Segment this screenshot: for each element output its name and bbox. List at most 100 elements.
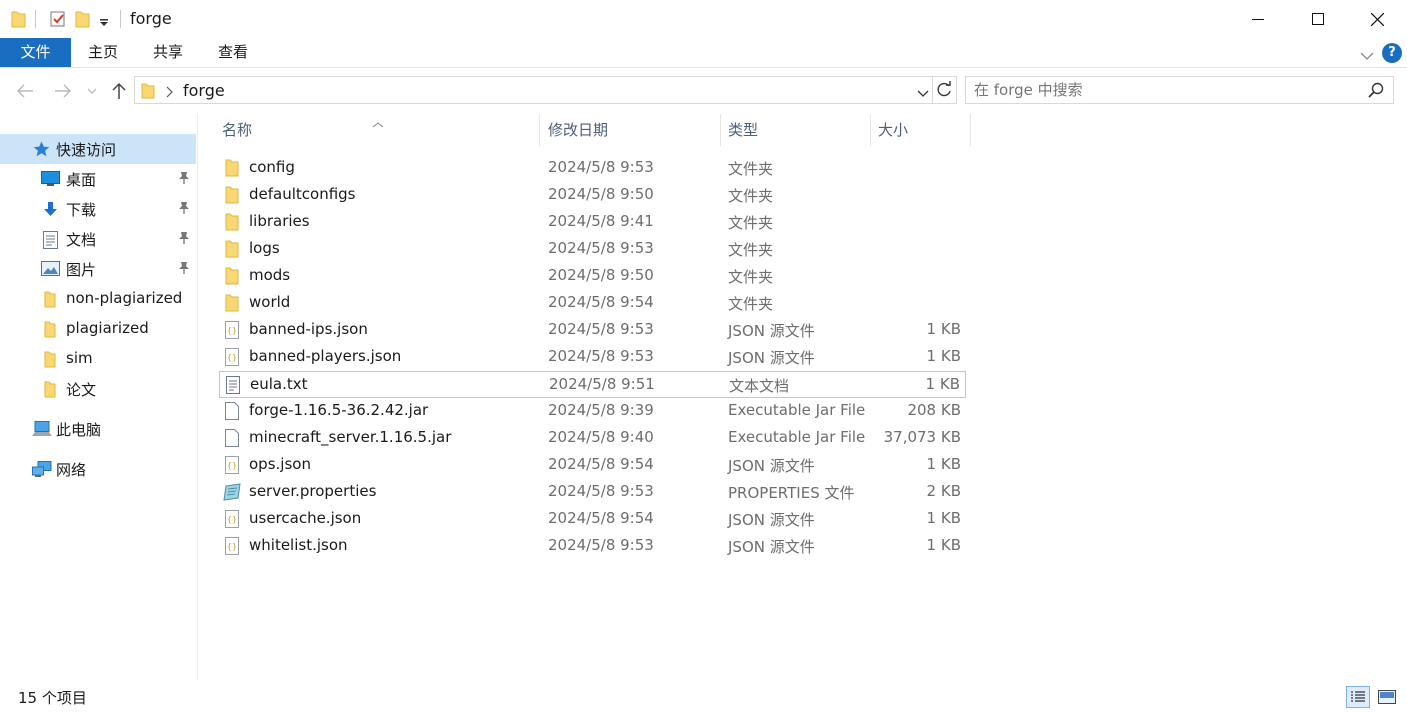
file-type: JSON 源文件 <box>728 511 815 529</box>
sidebar-item-thesis[interactable]: 论文 <box>0 374 196 404</box>
details-view-button[interactable] <box>1346 686 1370 708</box>
folder-icon <box>225 186 239 208</box>
file-date: 2024/5/8 9:53 <box>548 347 654 365</box>
large-icons-view-icon <box>1378 690 1396 704</box>
file-type: 文件夹 <box>728 214 774 232</box>
file-name: config <box>249 158 295 176</box>
svg-text:{}: {} <box>227 542 237 551</box>
back-button[interactable] <box>14 80 36 102</box>
sidebar-item-plagiarized[interactable]: plagiarized <box>0 314 196 344</box>
file-row[interactable]: {} ops.json 2024/5/8 9:54 JSON 源文件 1 KB <box>219 452 966 479</box>
folder-icon <box>44 351 56 372</box>
address-history-chevron-icon[interactable] <box>917 85 929 103</box>
chevron-down-icon <box>87 88 97 94</box>
file-size: 37,073 KB <box>883 428 961 446</box>
folder-icon <box>44 381 56 402</box>
window-title: forge <box>130 9 172 28</box>
sidebar-item-label: 论文 <box>66 381 97 399</box>
file-name: whitelist.json <box>249 536 348 554</box>
recent-locations-button[interactable] <box>84 80 100 102</box>
column-header-type[interactable]: 类型 <box>728 114 758 146</box>
text-file-icon <box>226 376 240 398</box>
file-date: 2024/5/8 9:54 <box>548 509 654 527</box>
properties-checkmark-icon[interactable] <box>49 10 67 32</box>
file-row[interactable]: logs 2024/5/8 9:53 文件夹 <box>219 236 966 263</box>
file-row[interactable]: {} whitelist.json 2024/5/8 9:53 JSON 源文件… <box>219 533 966 560</box>
folder-icon <box>225 267 239 289</box>
customize-toolbar-chevron-icon[interactable] <box>99 14 109 32</box>
up-button[interactable] <box>108 80 130 102</box>
file-row[interactable]: config 2024/5/8 9:53 文件夹 <box>219 155 966 182</box>
file-type: 文件夹 <box>728 295 774 313</box>
column-header-size[interactable]: 大小 <box>878 114 908 146</box>
file-date: 2024/5/8 9:40 <box>548 428 654 446</box>
search-icon[interactable] <box>1368 82 1384 102</box>
file-row[interactable]: eula.txt 2024/5/8 9:51 文本文档 1 KB <box>219 371 966 398</box>
sidebar-item-non-plagiarized[interactable]: non-plagiarized <box>0 284 196 314</box>
sidebar-item-sim[interactable]: sim <box>0 344 196 374</box>
expand-ribbon-chevron-icon[interactable] <box>1360 47 1374 65</box>
sidebar-item-quick-access[interactable]: 快速访问 <box>0 134 196 164</box>
maximize-button[interactable] <box>1288 0 1348 38</box>
search-box <box>965 76 1394 104</box>
column-header-date[interactable]: 修改日期 <box>548 114 608 146</box>
file-row[interactable]: forge-1.16.5-36.2.42.jar 2024/5/8 9:39 E… <box>219 398 966 425</box>
new-folder-icon[interactable] <box>75 10 91 32</box>
file-name: minecraft_server.1.16.5.jar <box>249 428 452 446</box>
svg-text:{}: {} <box>227 353 237 362</box>
sidebar-item-desktop[interactable]: 桌面 <box>0 164 196 194</box>
tab-file[interactable]: 文件 <box>0 38 71 67</box>
file-type: Executable Jar File <box>728 401 866 419</box>
file-name: banned-players.json <box>249 347 402 365</box>
column-header-name[interactable]: 名称 <box>222 114 252 146</box>
pin-icon <box>178 201 190 219</box>
address-bar[interactable]: forge <box>134 76 957 104</box>
file-row[interactable]: world 2024/5/8 9:54 文件夹 <box>219 290 966 317</box>
file-row[interactable]: defaultconfigs 2024/5/8 9:50 文件夹 <box>219 182 966 209</box>
folder-icon <box>225 159 239 181</box>
up-arrow-icon <box>112 82 126 99</box>
json-file-icon: {} <box>225 537 239 559</box>
folder-icon <box>225 294 239 316</box>
tab-share[interactable]: 共享 <box>135 38 201 67</box>
file-date: 2024/5/8 9:54 <box>548 293 654 311</box>
computer-icon <box>32 421 52 441</box>
file-size: 1 KB <box>926 536 961 554</box>
desktop-icon <box>41 171 60 191</box>
sidebar-item-network[interactable]: 网络 <box>0 454 196 484</box>
forward-button[interactable] <box>52 80 74 102</box>
file-row[interactable]: libraries 2024/5/8 9:41 文件夹 <box>219 209 966 236</box>
pin-icon <box>178 171 190 189</box>
file-row[interactable]: mods 2024/5/8 9:50 文件夹 <box>219 263 966 290</box>
json-file-icon: {} <box>225 348 239 370</box>
file-date: 2024/5/8 9:51 <box>549 375 655 393</box>
sidebar-item-this-pc[interactable]: 此电脑 <box>0 414 196 444</box>
file-name: usercache.json <box>249 509 362 527</box>
file-row[interactable]: {} usercache.json 2024/5/8 9:54 JSON 源文件… <box>219 506 966 533</box>
file-row[interactable]: {} banned-ips.json 2024/5/8 9:53 JSON 源文… <box>219 317 966 344</box>
help-button[interactable]: ? <box>1382 43 1402 63</box>
network-icon <box>32 461 52 482</box>
status-bar: 15 个项目 <box>0 680 1407 712</box>
breadcrumb-chevron-icon[interactable] <box>165 84 173 102</box>
file-type: JSON 源文件 <box>728 457 815 475</box>
refresh-icon[interactable] <box>935 81 953 103</box>
large-icons-view-button[interactable] <box>1375 686 1399 708</box>
search-input[interactable] <box>974 81 1354 99</box>
file-row[interactable]: {} banned-players.json 2024/5/8 9:53 JSO… <box>219 344 966 371</box>
breadcrumb-path[interactable]: forge <box>183 81 225 100</box>
file-row[interactable]: minecraft_server.1.16.5.jar 2024/5/8 9:4… <box>219 425 966 452</box>
json-file-icon: {} <box>225 456 239 478</box>
tab-view[interactable]: 查看 <box>200 38 266 67</box>
sidebar-item-documents[interactable]: 文档 <box>0 224 196 254</box>
file-size: 1 KB <box>925 375 960 393</box>
tab-home[interactable]: 主页 <box>70 38 136 67</box>
file-date: 2024/5/8 9:53 <box>548 482 654 500</box>
folder-icon <box>225 240 239 262</box>
sidebar-item-downloads[interactable]: 下载 <box>0 194 196 224</box>
sidebar-item-pictures[interactable]: 图片 <box>0 254 196 284</box>
file-row[interactable]: server.properties 2024/5/8 9:53 PROPERTI… <box>219 479 966 506</box>
minimize-button[interactable] <box>1228 0 1288 38</box>
file-date: 2024/5/8 9:53 <box>548 320 654 338</box>
close-button[interactable] <box>1347 0 1407 38</box>
